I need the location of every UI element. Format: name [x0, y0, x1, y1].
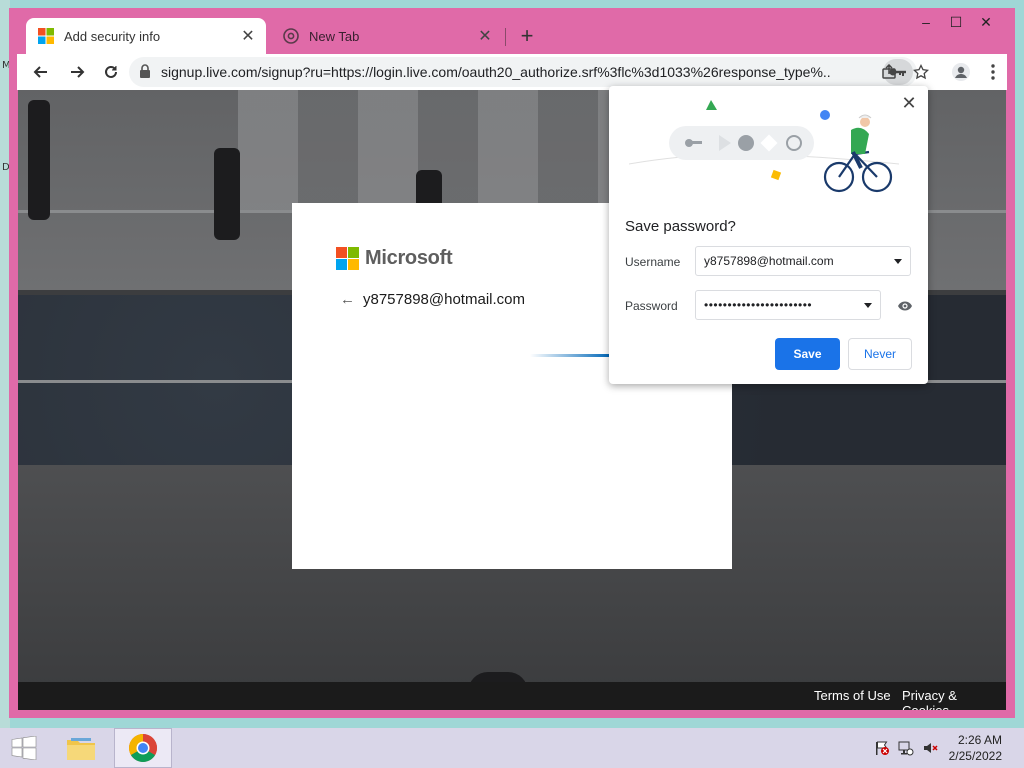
reload-icon[interactable]	[97, 58, 125, 86]
volume-muted-icon[interactable]	[920, 728, 940, 768]
back-icon[interactable]	[27, 58, 55, 86]
toolbar: signup.live.com/signup?ru=https://login.…	[17, 54, 1007, 90]
close-tab-icon[interactable]: ✕	[475, 26, 495, 46]
address-bar[interactable]: signup.live.com/signup?ru=https://login.…	[129, 57, 917, 87]
share-icon[interactable]	[875, 58, 903, 86]
tab-separator	[505, 28, 506, 46]
username-select[interactable]: y8757898@hotmail.com	[695, 246, 911, 276]
tab-add-security-info[interactable]: Add security info ✕	[26, 18, 266, 54]
identity-banner[interactable]: ← y8757898@hotmail.com	[340, 291, 525, 308]
microsoft-logo-icon	[336, 247, 359, 270]
start-button[interactable]	[0, 728, 48, 768]
maximize-button[interactable]: ☐	[941, 12, 971, 32]
chevron-down-icon	[864, 303, 872, 308]
identity-email: y8757898@hotmail.com	[363, 291, 525, 308]
privacy-cookies-link[interactable]: Privacy & Cookies	[902, 688, 1006, 710]
clock-date: 2/25/2022	[948, 749, 1002, 763]
network-icon[interactable]	[896, 728, 916, 768]
title-bar: Add security info ✕ New Tab ✕ + – ☐ ✕	[9, 8, 1015, 54]
password-label: Password	[625, 299, 678, 313]
url-text: signup.live.com/signup?ru=https://login.…	[161, 64, 831, 80]
page-footer: Terms of Use Privacy & Cookies	[18, 682, 1006, 710]
never-button[interactable]: Never	[848, 338, 912, 370]
eye-icon[interactable]	[897, 299, 913, 317]
microsoft-wordmark: Microsoft	[365, 247, 453, 269]
save-button[interactable]: Save	[775, 338, 840, 370]
password-select[interactable]: •••••••••••••••••••••••	[695, 290, 881, 320]
close-dialog-icon[interactable]: ✕	[898, 92, 920, 114]
action-center-flag-icon[interactable]	[872, 728, 892, 768]
tab-new-tab[interactable]: New Tab ✕	[271, 18, 503, 54]
password-illustration	[628, 94, 900, 209]
profile-icon[interactable]	[947, 58, 975, 86]
background-person	[28, 100, 50, 220]
tab-title: Add security info	[64, 28, 161, 44]
save-password-dialog: ✕ Save password? Username y8757898@hotma…	[609, 86, 928, 384]
star-icon[interactable]	[907, 58, 935, 86]
close-window-button[interactable]: ✕	[971, 12, 1001, 32]
password-value: •••••••••••••••••••••••	[704, 298, 813, 312]
progress-indicator	[530, 354, 610, 357]
minimize-button[interactable]: –	[911, 12, 941, 32]
new-tab-button[interactable]: +	[513, 23, 541, 48]
chrome-icon	[283, 28, 299, 44]
forward-icon[interactable]	[63, 58, 91, 86]
background-person	[214, 148, 240, 240]
tab-title: New Tab	[309, 28, 360, 44]
chevron-down-icon	[894, 259, 902, 264]
terms-of-use-link[interactable]: Terms of Use	[814, 688, 891, 703]
back-arrow-icon[interactable]: ←	[340, 291, 355, 308]
taskbar: 2:26 AM 2/25/2022	[0, 728, 1024, 768]
file-explorer-icon[interactable]	[58, 728, 104, 768]
system-clock[interactable]: 2:26 AM 2/25/2022	[949, 732, 1002, 764]
username-value: y8757898@hotmail.com	[704, 254, 834, 268]
dialog-title: Save password?	[625, 218, 736, 235]
chrome-taskbar-icon[interactable]	[114, 728, 172, 768]
username-label: Username	[625, 255, 681, 269]
microsoft-logo-icon	[38, 28, 54, 44]
menu-icon[interactable]	[979, 58, 1007, 86]
close-tab-icon[interactable]: ✕	[238, 26, 258, 46]
lock-icon[interactable]	[139, 64, 151, 84]
clock-time: 2:26 AM	[957, 733, 1002, 747]
